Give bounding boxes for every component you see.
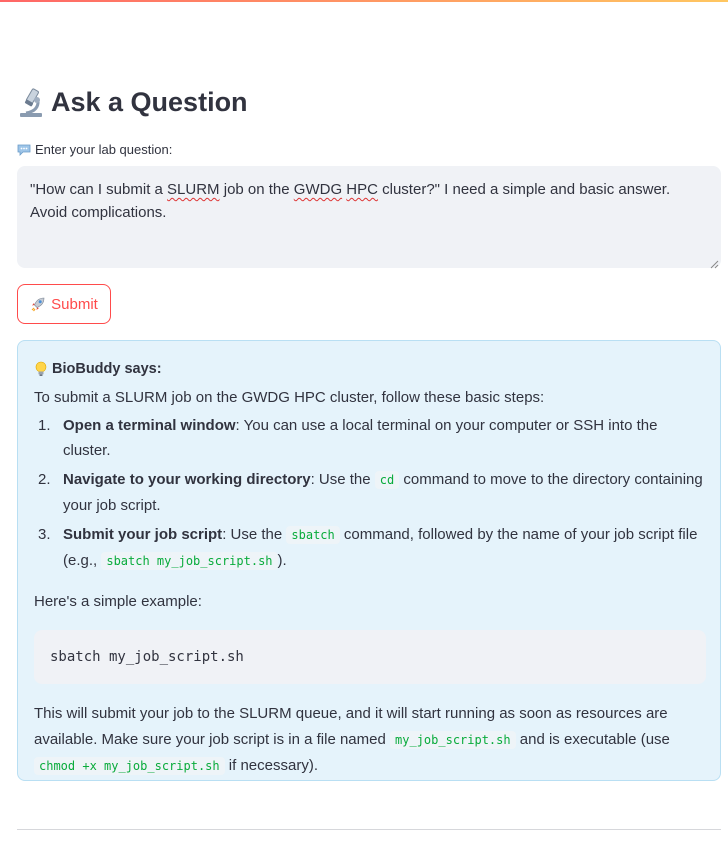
answer-box: BioBuddy says: To submit a SLURM job on … [17, 340, 721, 781]
question-text-misspelled: HPC [346, 181, 378, 198]
question-textarea-value[interactable]: "How can I submit a SLURM job on the GWD… [30, 178, 710, 224]
question-label: Enter your lab question: [17, 142, 172, 157]
step-title: Navigate to your working directory [63, 471, 311, 488]
submit-button-label: Submit [51, 295, 98, 313]
step-number: 1. [38, 417, 51, 434]
steps-list: 1. Open a terminal window: You can use a… [34, 413, 706, 574]
list-item: 3. Submit your job script: Use the sbatc… [34, 522, 706, 574]
inline-code: sbatch [286, 526, 340, 544]
step-title: Submit your job script [63, 526, 223, 543]
outro-text: if necessary). [224, 757, 318, 774]
inline-code: my_job_script.sh [390, 730, 516, 749]
question-text-part: "How can I submit a [30, 181, 168, 198]
top-decoration-stripe [0, 0, 728, 2]
code-block-text: sbatch my_job_script.sh [50, 648, 244, 665]
answer-content: BioBuddy says: To submit a SLURM job on … [34, 359, 706, 780]
step-text: : Use the [310, 471, 375, 488]
question-text-part: job on the [219, 181, 294, 198]
step-number: 3. [38, 526, 51, 543]
microscope-icon [17, 86, 45, 118]
answer-intro: To submit a SLURM job on the GWDG HPC cl… [34, 389, 545, 406]
step-text: : Use the [222, 526, 287, 543]
page-title-text: Ask a Question [51, 86, 248, 117]
question-label-text: Enter your lab question: [35, 142, 173, 157]
submit-button[interactable]: Submit [17, 284, 111, 324]
step-text: ). [277, 552, 287, 569]
answer-speaker-text: BioBuddy says: [52, 361, 162, 377]
example-label: Here's a simple example: [34, 593, 202, 610]
question-textarea[interactable]: "How can I submit a SLURM job on the GWD… [17, 166, 721, 269]
divider [17, 829, 721, 830]
question-text-misspelled: SLURM [167, 181, 220, 198]
inline-code: cd [374, 471, 400, 489]
inline-code: chmod +x my_job_script.sh [34, 757, 225, 775]
step-title: Open a terminal window [63, 417, 236, 434]
inline-code: sbatch my_job_script.sh [101, 552, 278, 570]
lightbulb-icon [34, 361, 48, 377]
question-text-misspelled: GWDG [293, 181, 343, 198]
speech-bubble-icon [17, 144, 31, 156]
list-item: 1. Open a terminal window: You can use a… [34, 413, 706, 463]
step-number: 2. [38, 471, 51, 488]
rocket-icon [30, 296, 46, 312]
answer-speaker: BioBuddy says: [34, 359, 706, 379]
list-item: 2. Navigate to your working directory: U… [34, 467, 706, 518]
outro-text: and is executable (use [515, 730, 670, 748]
code-block: sbatch my_job_script.sh [34, 630, 706, 684]
resize-handle-icon[interactable] [709, 256, 719, 269]
page-title: Ask a Question [17, 86, 248, 118]
answer-outro: This will submit your job to the SLURM q… [34, 701, 706, 780]
